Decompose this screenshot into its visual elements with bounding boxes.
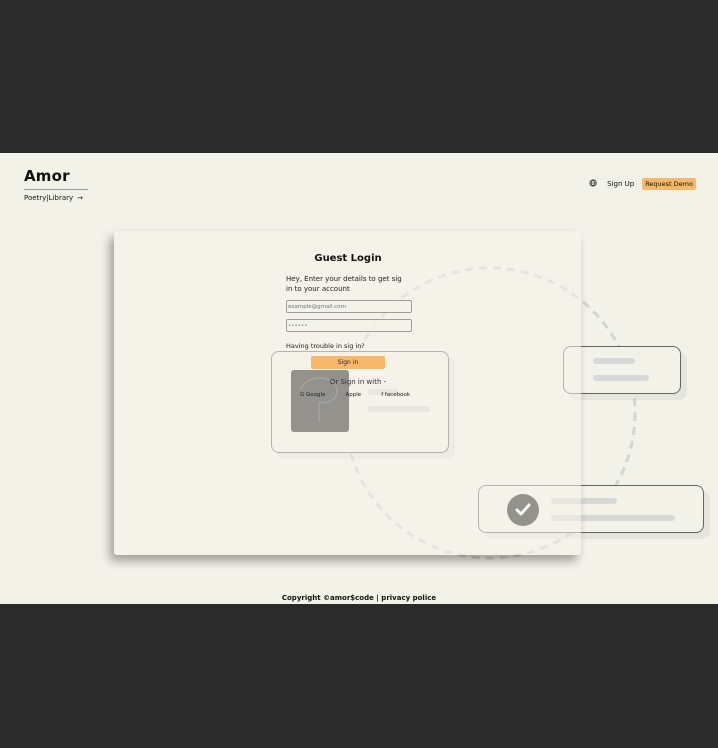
login-form: Guest Login Hey, Enter your details to g… [286, 253, 412, 398]
login-title: Guest Login [314, 253, 382, 264]
facebook-login-button[interactable]: f facebook [381, 392, 410, 398]
arrow-right-icon: → [77, 194, 84, 202]
globe-icon[interactable] [589, 179, 597, 189]
email-field[interactable] [286, 300, 412, 313]
divider [24, 189, 88, 190]
footer: Copyright ©amor$code | privacy police [281, 594, 437, 602]
apple-login-button[interactable]: Apple [345, 392, 361, 398]
facebook-icon: f [381, 392, 384, 398]
google-login-button[interactable]: G Google [300, 392, 325, 398]
trouble-link[interactable]: Having trouble in sig in? [286, 342, 410, 350]
request-demo-button[interactable]: Request Demo [642, 178, 696, 190]
password-field[interactable] [286, 319, 412, 332]
brand-subtitle: Poetry|Library [24, 194, 74, 202]
sign-in-button[interactable]: Sign in [311, 356, 385, 369]
signup-link[interactable]: Sign Up [607, 180, 634, 188]
brand-subtitle-link[interactable]: Poetry|Library → [24, 194, 88, 202]
page: Amor Poetry|Library → Sign Up Request De… [0, 153, 718, 604]
brand: Amor Poetry|Library → [24, 167, 88, 202]
brand-title: Amor [24, 167, 70, 185]
social-login: G Google Apple f facebook [286, 392, 410, 398]
login-description: Hey, Enter your details to get sig in to… [286, 275, 402, 293]
top-nav: Sign Up Request Demo [589, 178, 696, 190]
sign-in-with-label: Or Sign in with - [329, 378, 387, 386]
google-icon: G [300, 392, 305, 398]
login-card: Guest Login Hey, Enter your details to g… [114, 231, 581, 555]
